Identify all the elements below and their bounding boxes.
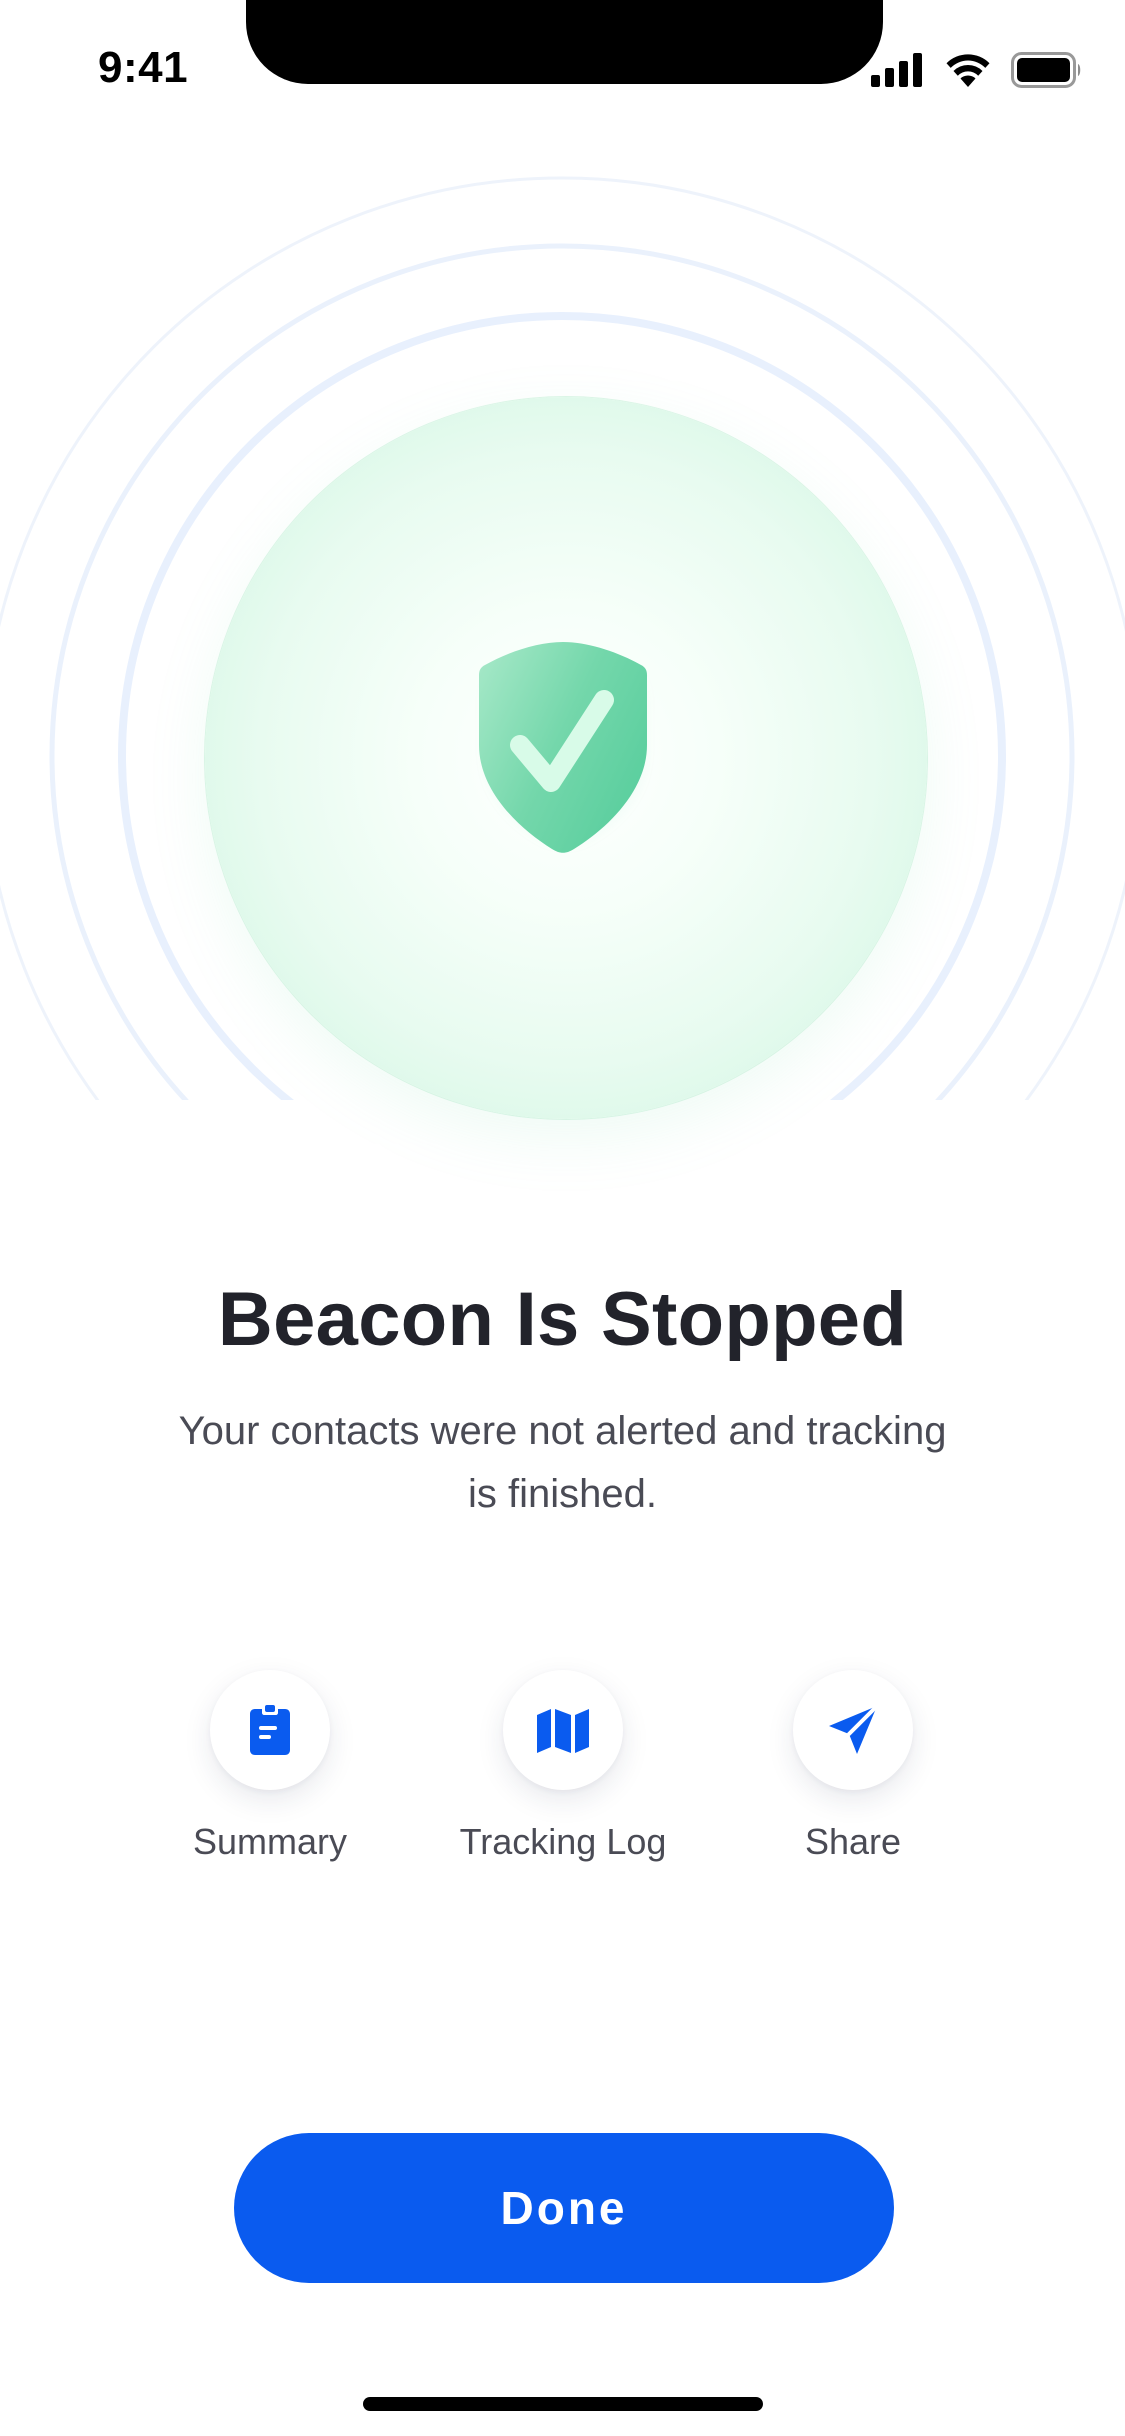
send-icon — [827, 1704, 879, 1756]
beacon-stopped-screen: 9:41 Beacon Is Stopped Your contacts wer… — [0, 0, 1125, 2436]
tracking-log-button[interactable]: Tracking Log — [418, 1670, 708, 1890]
share-button[interactable]: Share — [708, 1670, 998, 1890]
clipboard-icon — [249, 1705, 291, 1755]
summary-label: Summary — [192, 1821, 348, 1862]
home-indicator — [363, 2397, 763, 2411]
tracking-log-icon-circle[interactable] — [503, 1670, 623, 1790]
done-button[interactable]: Done — [234, 2133, 894, 2283]
quick-actions: Summary Tracking Log Share — [0, 1670, 1125, 1890]
summary-icon-circle[interactable] — [210, 1670, 330, 1790]
share-icon-circle[interactable] — [793, 1670, 913, 1790]
shield-check-icon — [460, 630, 670, 880]
page-title: Beacon Is Stopped — [217, 1277, 908, 1362]
map-icon — [537, 1707, 589, 1753]
tracking-log-label: Tracking Log — [459, 1821, 667, 1862]
page-subtitle: Your contacts were not alerted and track… — [178, 1409, 947, 1516]
summary-button[interactable]: Summary — [125, 1670, 415, 1890]
share-label: Share — [804, 1821, 902, 1862]
